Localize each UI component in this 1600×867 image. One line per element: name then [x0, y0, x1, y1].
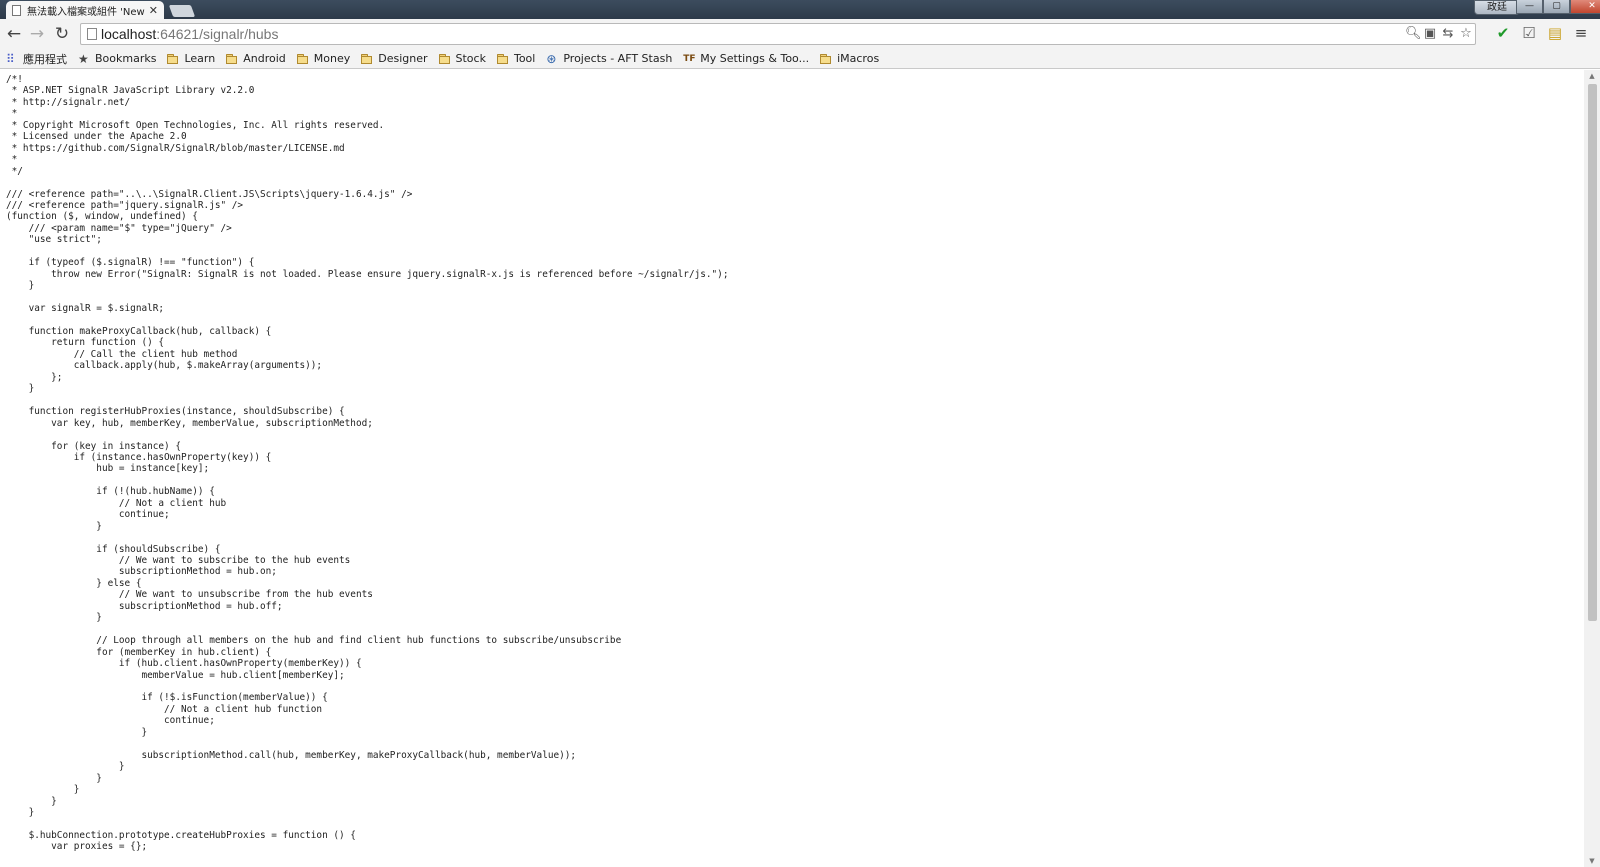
url-path: :64621/signalr/hubs — [156, 26, 279, 42]
folder-icon — [496, 53, 509, 65]
bookmark-label: Learn — [184, 52, 216, 65]
scroll-thumb[interactable] — [1588, 84, 1597, 621]
bookmark-folder-learn[interactable]: Learn — [167, 52, 215, 65]
folder-icon — [296, 53, 309, 65]
browser-tab[interactable]: 無法載入檔案或組件 'New ✕ — [6, 1, 164, 19]
window-controls: — ▢ ✕ — [1516, 0, 1600, 15]
folder-icon — [361, 53, 373, 65]
page-content: /*! * ASP.NET SignalR JavaScript Library… — [0, 70, 1584, 867]
bookmark-label: My Settings & Too... — [700, 52, 810, 65]
address-bar[interactable]: localhost:64621/signalr/hubs 🔍︎ ▣ ⇆ ☆ — [80, 23, 1476, 45]
checkbox-extension-icon[interactable]: ☑ — [1520, 23, 1538, 43]
scroll-up-arrow-icon[interactable]: ▲ — [1584, 70, 1600, 82]
omnibox-icons: 🔍︎ ▣ ⇆ ☆ — [1405, 26, 1473, 42]
bookmark-label: Bookmarks — [95, 52, 157, 65]
bookmark-folder-designer[interactable]: Designer — [361, 52, 428, 65]
url-text[interactable]: localhost:64621/signalr/hubs — [101, 24, 278, 44]
zoom-icon[interactable]: 🔍︎ — [1405, 26, 1422, 42]
bookmark-label: Projects - AFT Stash — [563, 52, 673, 65]
bookmark-my-settings[interactable]: TF My Settings & Too... — [683, 52, 809, 65]
close-window-button[interactable]: ✕ — [1570, 0, 1600, 14]
extension-icons: ✔ ☑ ▤ ≡ — [1494, 23, 1590, 43]
check-extension-icon[interactable]: ✔ — [1494, 23, 1512, 43]
bookmarks-bar: ⠿ 應用程式 ★ Bookmarks Learn Android Money D… — [0, 49, 1600, 69]
bookmark-folder-money[interactable]: Money — [296, 52, 351, 65]
url-host: localhost — [101, 26, 157, 42]
apps-grid-icon: ⠿ — [6, 51, 15, 66]
bookmark-apps[interactable]: ⠿ 應用程式 — [6, 51, 67, 67]
bookmark-label: 應用程式 — [23, 52, 67, 66]
vertical-scrollbar[interactable]: ▲ ▼ — [1584, 70, 1600, 867]
lock-extension-icon[interactable]: ▤ — [1546, 23, 1564, 43]
tf-icon: TF — [683, 53, 696, 64]
minimize-button[interactable]: — — [1516, 0, 1543, 14]
folder-icon — [167, 53, 179, 65]
page-favicon-icon — [12, 4, 21, 16]
bookmark-bookmarks[interactable]: ★ Bookmarks — [78, 52, 156, 65]
bookmark-projects-aft-stash[interactable]: ⊛ Projects - AFT Stash — [546, 52, 672, 65]
maximize-button[interactable]: ▢ — [1543, 0, 1570, 14]
window-titlebar: 無法載入檔案或組件 'New ✕ 政廷 — ▢ ✕ — [0, 0, 1600, 19]
tab-close-icon[interactable]: ✕ — [149, 5, 158, 16]
bookmark-label: Stock — [455, 52, 486, 65]
bookmark-label: Designer — [378, 52, 428, 65]
star-icon[interactable]: ☆ — [1459, 26, 1473, 42]
star-icon: ★ — [78, 51, 89, 66]
folder-icon — [820, 53, 832, 65]
reload-button[interactable]: ↻ — [52, 24, 72, 44]
bookmark-label: Money — [313, 52, 351, 65]
bookmark-folder-tool[interactable]: Tool — [496, 52, 536, 65]
bookmark-folder-imacros[interactable]: iMacros — [820, 52, 879, 65]
folder-icon — [438, 53, 451, 65]
bookmark-label: Tool — [513, 52, 536, 65]
menu-icon[interactable]: ≡ — [1572, 23, 1590, 43]
bookmark-folder-stock[interactable]: Stock — [438, 52, 486, 65]
profile-button[interactable]: 政廷 — [1474, 0, 1520, 15]
page-action-icon[interactable]: ▣ — [1423, 26, 1437, 42]
new-tab-button[interactable] — [168, 5, 196, 17]
forward-button[interactable]: → — [27, 24, 47, 44]
back-button[interactable]: ← — [4, 24, 24, 44]
bookmark-label: iMacros — [837, 52, 880, 65]
tab-title: 無法載入檔案或組件 'New — [27, 6, 145, 18]
page-info-icon[interactable] — [87, 28, 97, 40]
folder-icon — [226, 53, 238, 65]
project-icon: ⊛ — [546, 51, 557, 66]
translate-icon[interactable]: ⇆ — [1441, 26, 1455, 42]
browser-toolbar: ← → ↻ localhost:64621/signalr/hubs 🔍︎ ▣ … — [0, 19, 1600, 49]
bookmark-label: Android — [243, 52, 286, 65]
scroll-down-arrow-icon[interactable]: ▼ — [1584, 855, 1600, 867]
bookmark-folder-android[interactable]: Android — [226, 52, 286, 65]
script-source-text: /*! * ASP.NET SignalR JavaScript Library… — [6, 74, 729, 853]
